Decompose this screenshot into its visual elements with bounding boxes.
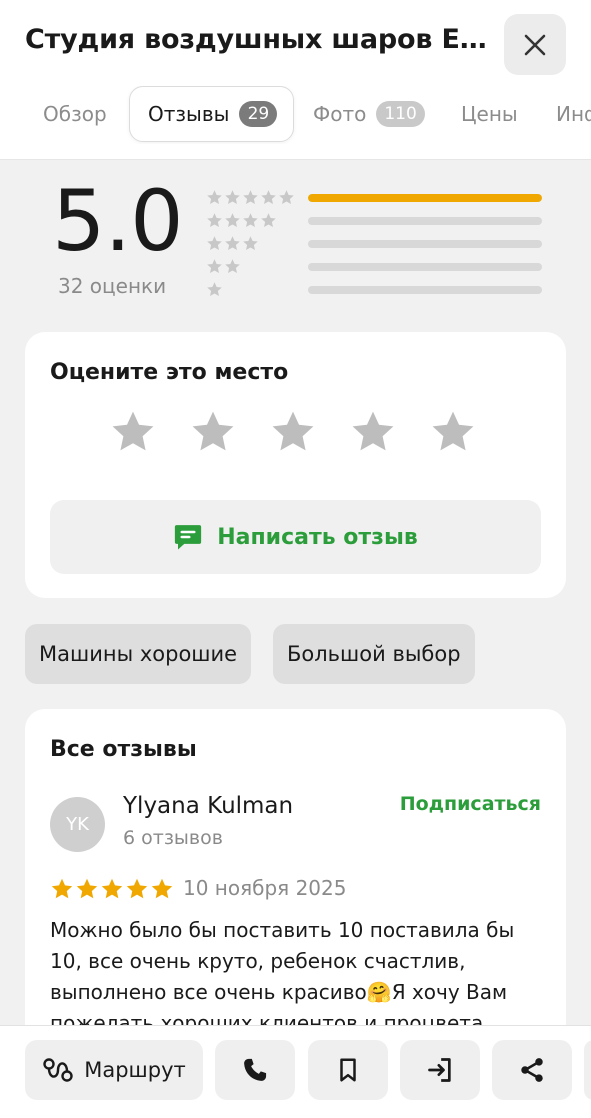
- star-icon: [207, 190, 222, 205]
- star-icon[interactable]: [189, 408, 237, 456]
- distribution-row-3: [206, 235, 546, 253]
- distribution-bar: [308, 217, 542, 225]
- distribution-bar: [308, 263, 542, 271]
- tab-prices[interactable]: Цены: [461, 86, 518, 142]
- comment-icon: [175, 525, 202, 550]
- avatar-initials: YK: [66, 814, 89, 835]
- star-icon: [207, 282, 222, 297]
- reviews-title: Все отзывы: [50, 737, 197, 762]
- star-icon: [101, 878, 123, 899]
- enter-button[interactable]: [400, 1040, 480, 1100]
- tab-count-badge: 29: [239, 101, 278, 127]
- author-review-count: 6 отзывов: [123, 827, 223, 849]
- star-icon: [207, 236, 222, 251]
- tab-count-badge: 110: [376, 101, 425, 127]
- star-icon: [225, 236, 240, 251]
- star-icon: [225, 259, 240, 274]
- star-icon: [279, 190, 294, 205]
- rate-place-title: Оцените это место: [50, 360, 289, 385]
- distribution-row-5: [206, 189, 546, 207]
- bottom-action-bar: Маршрут: [0, 1025, 591, 1118]
- header: Студия воздушных шаров Екатеринбург Обзо…: [0, 0, 591, 160]
- tab-info[interactable]: Инфо: [556, 86, 591, 142]
- tag-label: Большой выбор: [287, 642, 461, 666]
- star-icon[interactable]: [269, 408, 317, 456]
- tab-photos[interactable]: Фото 110: [313, 86, 425, 142]
- tab-label: Обзор: [43, 102, 107, 126]
- write-review-button[interactable]: Написать отзыв: [50, 500, 541, 574]
- tab-reviews[interactable]: Отзывы 29: [129, 86, 295, 142]
- distribution-stars: [206, 235, 259, 253]
- tab-label: Отзывы: [148, 102, 230, 126]
- close-icon: [524, 34, 546, 55]
- star-icon: [243, 190, 258, 205]
- close-button[interactable]: [504, 14, 566, 75]
- distribution-stars: [206, 212, 277, 230]
- distribution-row-2: [206, 258, 546, 276]
- tab-label: Фото: [313, 102, 367, 126]
- distribution-row-4: [206, 212, 546, 230]
- star-icon: [126, 878, 148, 899]
- star-icon: [51, 878, 73, 899]
- subscribe-button[interactable]: Подписаться: [400, 793, 541, 815]
- distribution-stars: [206, 258, 241, 276]
- distribution-bar: [308, 194, 542, 202]
- star-icon: [261, 213, 276, 228]
- tab-label: Цены: [461, 102, 518, 126]
- review-text[interactable]: Можно было бы поставить 10 поставила бы …: [50, 915, 545, 1039]
- rate-stars: [109, 408, 477, 456]
- star-icon: [243, 236, 258, 251]
- review-tag[interactable]: Машины хорошие: [25, 624, 252, 684]
- distribution-row-1: [206, 281, 546, 299]
- write-review-label: Написать отзыв: [217, 524, 418, 550]
- avatar[interactable]: YK: [50, 797, 105, 852]
- star-icon: [261, 190, 276, 205]
- tab-label: Инфо: [556, 102, 591, 126]
- star-icon: [243, 213, 258, 228]
- review-rating: [50, 877, 174, 901]
- star-icon[interactable]: [429, 408, 477, 456]
- star-icon: [225, 190, 240, 205]
- ratings-count: 32 оценки: [58, 274, 167, 298]
- bookmark-button[interactable]: [308, 1040, 388, 1100]
- star-icon[interactable]: [109, 408, 157, 456]
- page-title: Студия воздушных шаров Екатеринбург: [25, 24, 495, 55]
- review-tag[interactable]: Большой выбор: [273, 624, 475, 684]
- route-icon: [43, 1058, 73, 1082]
- route-label: Маршрут: [84, 1058, 186, 1082]
- star-icon: [225, 213, 240, 228]
- average-rating: 5.0: [52, 172, 184, 270]
- tab-bar: Обзор Отзывы 29 Фото 110 Цены Инфо: [0, 86, 591, 144]
- route-button[interactable]: Маршрут: [25, 1040, 203, 1100]
- review-author[interactable]: Ylyana Kulman: [123, 793, 293, 819]
- tab-overview[interactable]: Обзор: [43, 86, 107, 142]
- share-button[interactable]: [492, 1040, 572, 1100]
- call-button[interactable]: [215, 1040, 295, 1100]
- distribution-stars: [206, 281, 223, 299]
- star-icon: [151, 878, 173, 899]
- tag-label: Машины хорошие: [39, 642, 238, 666]
- enter-icon: [428, 1058, 451, 1082]
- distribution-bar-fill: [308, 194, 542, 202]
- star-icon: [207, 259, 222, 274]
- star-icon: [207, 213, 222, 228]
- share-icon: [521, 1058, 543, 1082]
- more-button[interactable]: [584, 1040, 591, 1100]
- review-date: 10 ноября 2025: [183, 876, 347, 900]
- bookmark-icon: [340, 1058, 356, 1082]
- phone-icon: [244, 1058, 267, 1081]
- distribution-stars: [206, 189, 295, 207]
- distribution-bar: [308, 286, 542, 294]
- star-icon: [76, 878, 98, 899]
- star-icon[interactable]: [349, 408, 397, 456]
- distribution-bar: [308, 240, 542, 248]
- rate-place-card: Оцените это место Написать отзыв: [25, 332, 566, 598]
